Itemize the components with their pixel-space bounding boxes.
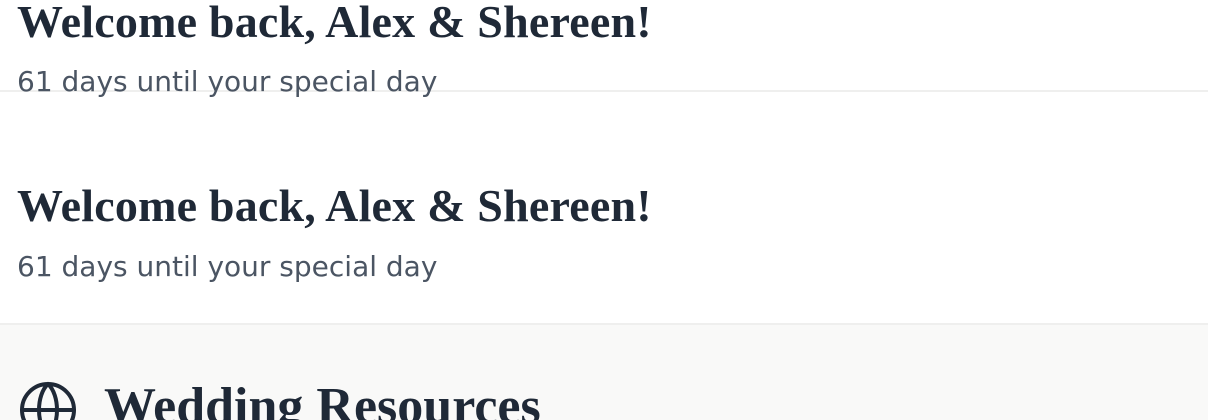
- welcome-header: Welcome back, Alex & Shereen! 61 days un…: [0, 139, 1208, 325]
- globe-icon: [20, 382, 76, 420]
- section-title: Wedding Resources: [104, 378, 541, 420]
- welcome-title: Welcome back, Alex & Shereen!: [17, 180, 652, 231]
- countdown-text: 61 days until your special day: [17, 250, 438, 283]
- dashboard-page: Welcome back, Alex & Shereen! 61 days un…: [0, 0, 1208, 420]
- welcome-header: Welcome back, Alex & Shereen! 61 days un…: [0, 0, 1208, 96]
- countdown-text: 61 days until your special day: [17, 65, 438, 98]
- wedding-resources-section: Wedding Resources: [0, 325, 1208, 420]
- welcome-title: Welcome back, Alex & Shereen!: [17, 0, 652, 47]
